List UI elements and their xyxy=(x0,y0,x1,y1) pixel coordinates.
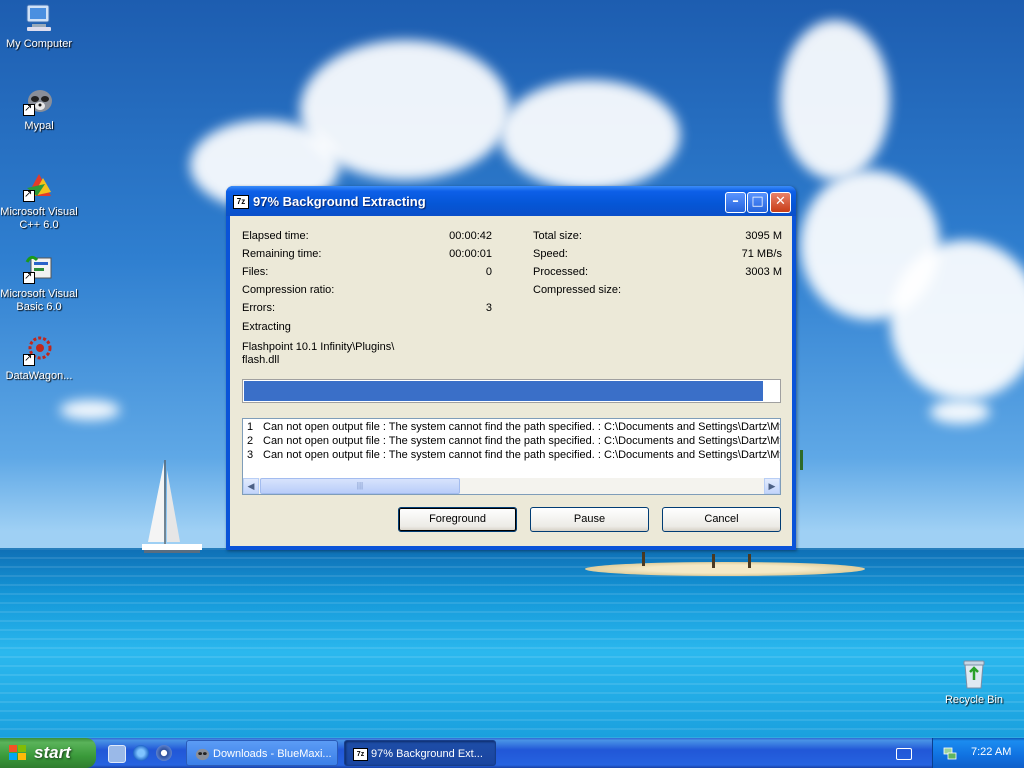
start-label: start xyxy=(34,743,71,762)
total-size-value: 3095 M xyxy=(745,230,782,242)
scroll-left-icon[interactable]: ◀ xyxy=(243,478,259,494)
error-log-list[interactable]: 1 Can not open output file : The system c… xyxy=(242,418,781,495)
remaining-time-label: Remaining time: xyxy=(242,248,322,260)
compressed-size-label: Compressed size: xyxy=(533,284,622,296)
maximize-button[interactable]: □ xyxy=(747,192,768,213)
elapsed-time-label: Elapsed time: xyxy=(242,230,309,242)
errors-label: Errors: xyxy=(242,302,275,314)
visual-basic-icon xyxy=(23,252,55,284)
taskbar-item-7zip[interactable]: 7z 97% Background Ext... xyxy=(344,740,496,766)
shortcut-arrow-icon xyxy=(23,270,35,284)
scroll-right-icon[interactable]: ▶ xyxy=(764,478,780,494)
shortcut-arrow-icon xyxy=(23,352,35,366)
palm-tree xyxy=(748,554,751,568)
my-computer-shortcut[interactable]: My Computer xyxy=(0,2,79,51)
taskbar-item-label: Downloads - BlueMaxi... xyxy=(213,748,332,760)
desktop-icon-label: DataWagon... xyxy=(5,370,73,382)
speed-value: 71 MB/s xyxy=(741,248,782,260)
visual-basic-shortcut[interactable]: Microsoft Visual Basic 6.0 xyxy=(0,252,79,314)
mypal-shortcut[interactable]: Mypal xyxy=(0,84,79,133)
palm-tree xyxy=(800,450,803,470)
speed-label: Speed: xyxy=(533,248,568,260)
close-button[interactable]: ✕ xyxy=(770,192,791,213)
scrollbar-thumb[interactable]: ||| xyxy=(260,478,460,494)
desktop-icon-label: Recycle Bin xyxy=(944,694,1004,706)
log-row-number: 1 xyxy=(247,421,254,433)
recycle-bin-shortcut[interactable]: Recycle Bin xyxy=(934,658,1014,707)
shortcut-arrow-icon xyxy=(23,102,35,116)
cloud xyxy=(930,400,990,424)
processed-label: Processed: xyxy=(533,266,589,278)
window-title: 97% Background Extracting xyxy=(253,194,426,209)
log-row[interactable]: 3 Can not open output file : The system c… xyxy=(247,449,781,463)
start-button[interactable]: start xyxy=(0,738,96,768)
keyboard-icon[interactable] xyxy=(896,748,912,760)
7zip-icon[interactable]: 7z xyxy=(233,195,249,209)
log-row[interactable]: 1 Can not open output file : The system c… xyxy=(247,421,781,435)
show-desktop-icon[interactable] xyxy=(108,745,126,763)
taskbar-item-downloads[interactable]: Downloads - BlueMaxi... xyxy=(186,740,338,766)
7zip-icon: 7z xyxy=(353,748,368,761)
recycle-bin-icon xyxy=(958,658,990,690)
extracting-dialog: 7z 97% Background Extracting – □ ✕ Elaps… xyxy=(226,186,796,550)
datawagon-icon xyxy=(23,334,55,366)
cloud xyxy=(780,20,890,180)
raccoon-icon xyxy=(195,746,210,761)
palm-tree xyxy=(642,552,645,566)
log-row-text: Can not open output file : The system ca… xyxy=(263,449,781,461)
internet-explorer-icon[interactable] xyxy=(133,745,149,761)
log-row-text: Can not open output file : The system ca… xyxy=(263,421,781,433)
raccoon-icon xyxy=(23,84,55,116)
media-player-icon[interactable] xyxy=(156,745,172,761)
system-tray: 7:22 AM xyxy=(932,738,1024,768)
windows-logo-icon xyxy=(9,745,27,761)
minimize-button[interactable]: – xyxy=(725,192,746,213)
taskbar: start Downloads - BlueMaxi... 7z 97% Bac… xyxy=(0,738,1024,768)
desktop-icon-label: My Computer xyxy=(5,38,73,50)
title-bar[interactable]: 7z 97% Background Extracting – □ ✕ xyxy=(226,186,796,216)
remaining-time-value: 00:00:01 xyxy=(449,248,492,260)
errors-value: 3 xyxy=(485,302,492,314)
compression-ratio-label: Compression ratio: xyxy=(242,284,335,296)
clock[interactable]: 7:22 AM xyxy=(971,746,1011,758)
cloud xyxy=(890,240,1024,400)
progress-bar xyxy=(242,379,781,403)
computer-icon xyxy=(23,2,55,34)
elapsed-time-value: 00:00:42 xyxy=(449,230,492,242)
progress-fill xyxy=(244,381,763,401)
desktop-icon-label: Mypal xyxy=(24,120,54,132)
files-value: 0 xyxy=(485,266,492,278)
desktop-icon-label: Microsoft Visual C++ 6.0 xyxy=(0,206,78,231)
log-row-number: 3 xyxy=(247,449,254,461)
total-size-label: Total size: xyxy=(533,230,582,242)
network-icon[interactable] xyxy=(943,746,957,760)
desktop-icon-label: Microsoft Visual Basic 6.0 xyxy=(0,288,78,313)
foreground-button[interactable]: Foreground xyxy=(398,507,517,532)
horizontal-scrollbar[interactable]: ◀ ||| ▶ xyxy=(243,478,780,494)
cancel-button[interactable]: Cancel xyxy=(662,507,781,532)
log-row-text: Can not open output file : The system ca… xyxy=(263,435,781,447)
sailboat xyxy=(142,460,202,553)
cloud xyxy=(60,400,120,420)
island xyxy=(585,562,865,576)
current-file-path: Flashpoint 10.1 Infinity\Plugins\ xyxy=(242,341,395,353)
log-row-number: 2 xyxy=(247,435,254,447)
processed-value: 3003 M xyxy=(745,266,782,278)
pause-button[interactable]: Pause xyxy=(530,507,649,532)
sea xyxy=(0,548,1024,738)
status-label: Extracting xyxy=(242,321,291,333)
dialog-body: Elapsed time: 00:00:42 Remaining time: 0… xyxy=(230,216,792,546)
shortcut-arrow-icon xyxy=(23,188,35,202)
datawagon-shortcut[interactable]: DataWagon... xyxy=(0,334,79,383)
current-file-name: flash.dll xyxy=(242,354,280,366)
cloud xyxy=(500,80,680,190)
log-row[interactable]: 2 Can not open output file : The system c… xyxy=(247,435,781,449)
palm-tree xyxy=(712,554,715,568)
files-label: Files: xyxy=(242,266,269,278)
visual-cpp-shortcut[interactable]: Microsoft Visual C++ 6.0 xyxy=(0,170,79,232)
taskbar-item-label: 97% Background Ext... xyxy=(371,748,483,760)
visual-cpp-icon xyxy=(23,170,55,202)
